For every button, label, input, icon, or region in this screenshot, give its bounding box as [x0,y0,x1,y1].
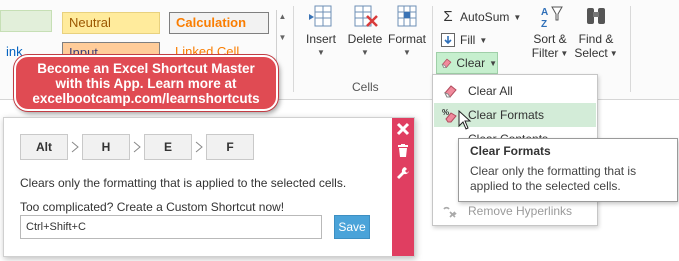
key-e: E [144,134,192,160]
menu-item-label: Remove Hyperlinks [468,204,573,218]
find-select-line2: Select ▼ [572,46,620,60]
callout-line2: with this App. Learn more at [55,76,237,91]
svg-text:A: A [541,7,548,18]
eraser-icon [441,58,452,69]
sort-filter-button[interactable]: A Z Sort & Filter ▼ [528,4,572,60]
cell-style-calculation[interactable]: Calculation [169,12,269,34]
autosum-label: AutoSum [460,10,510,24]
svg-text:Z: Z [541,19,547,30]
sort-filter-line2: Filter ▼ [528,46,572,60]
chevron-down-icon: ▼ [489,58,497,68]
find-select-label-line1: Find & [578,32,614,46]
insert-button[interactable]: Insert ▼ [300,4,342,57]
format-button[interactable]: Format ▼ [386,4,428,57]
tooltip-title: Clear Formats [470,144,551,158]
fill-label: Fill [460,33,476,47]
custom-shortcut-input[interactable] [20,215,322,239]
binoculars-icon [587,8,605,24]
save-button[interactable]: Save [334,215,370,239]
chevron-down-icon: ▼ [361,48,369,57]
panel-sidebar [392,118,414,256]
delete-button[interactable]: Delete ▼ [344,4,386,57]
trash-icon[interactable] [395,144,411,160]
ribbon-separator [630,6,631,92]
fill-icon [441,33,455,47]
wrench-icon[interactable] [395,166,411,182]
tooltip-body: Clear only the formatting that is applie… [470,164,637,193]
chevron-down-icon: ▼ [609,48,618,58]
cell-style-good[interactable] [0,10,52,32]
cell-style-neutral[interactable]: Neutral [62,12,160,34]
fill-button[interactable]: Fill ▼ [440,31,487,49]
tooltip: Clear Formats Clear only the formatting … [458,138,678,202]
format-label: Format [387,32,426,46]
delete-label: Delete [347,32,383,46]
shortcut-panel: Alt H E F Clears only the formatting tha… [3,117,415,257]
shortcut-description: Clears only the formatting that is appli… [20,176,347,190]
cursor-icon [458,110,472,130]
ribbon-separator [293,6,294,92]
insert-icon [309,5,332,27]
sort-filter-icon: A Z [541,6,563,30]
key-alt: Alt [20,134,68,160]
menu-item-clear-all[interactable]: Clear All [434,79,596,103]
key-h: H [82,134,130,160]
chevron-right-icon [68,134,82,160]
promo-callout[interactable]: Become an Excel Shortcut Master with thi… [14,55,278,111]
format-icon [397,5,417,27]
chevron-down-icon: ▼ [560,48,569,58]
clear-button[interactable]: Clear ▼ [436,52,498,74]
svg-text:%: % [442,108,449,117]
close-icon[interactable] [395,122,411,138]
cells-group-label: Cells [352,80,379,94]
autosum-button[interactable]: Σ AutoSum ▼ [440,8,521,26]
gallery-scroll[interactable]: ▲ ▼ [276,10,288,72]
find-select-button[interactable]: Find & Select ▼ [572,4,620,60]
menu-item-remove-hyperlinks: Remove Hyperlinks [434,199,596,223]
clear-label: Clear [456,56,486,70]
sort-filter-label-line1: Sort & [533,32,567,46]
autosum-icon: Σ [443,8,453,25]
callout-line3: excelbootcamp.com/learnshortcuts [32,91,260,106]
insert-label: Insert [305,32,336,46]
chevron-right-icon [192,134,206,160]
custom-shortcut-prompt: Too complicated? Create a Custom Shortcu… [20,200,285,214]
find-select-label-line2: Select [574,46,608,60]
key-sequence: Alt H E F [20,134,254,160]
delete-icon [354,5,378,27]
menu-item-label: Clear All [468,84,513,98]
chevron-down-icon: ▼ [317,48,325,57]
eraser-icon [444,85,457,98]
clear-formats-icon: % [442,108,457,123]
menu-item-label: Clear Formats [468,108,545,122]
sort-filter-label-line2: Filter [531,46,559,60]
chevron-down-icon: ▼ [479,35,488,45]
remove-hyperlink-icon [443,206,457,218]
callout-line1: Become an Excel Shortcut Master [37,61,255,76]
chevron-right-icon [130,134,144,160]
chevron-down-icon: ▼ [403,48,411,57]
key-f: F [206,134,254,160]
chevron-down-icon: ▼ [513,12,522,22]
